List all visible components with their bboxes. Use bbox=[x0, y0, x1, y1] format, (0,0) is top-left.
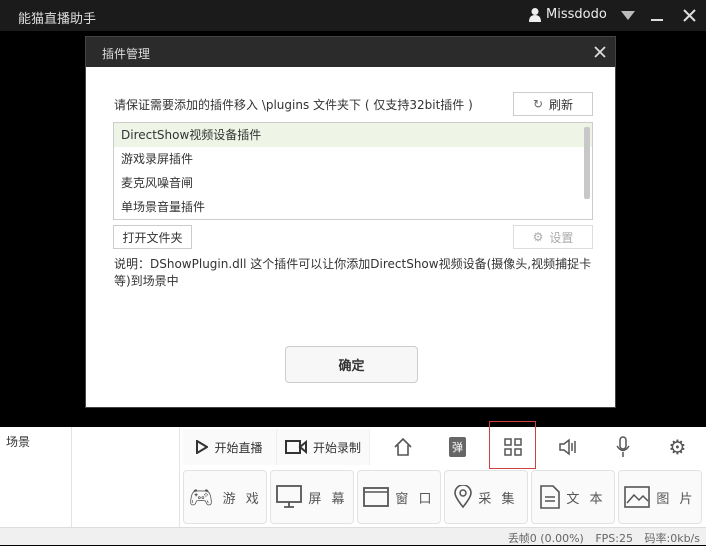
dialog-title: 插件管理 bbox=[102, 47, 151, 61]
list-item[interactable]: 游戏录屏插件 bbox=[114, 147, 592, 171]
source-label: 文 本 bbox=[566, 491, 606, 507]
status-bar: 丢帧0 (0.00%) FPS:25 码率:0kb/s bbox=[0, 527, 706, 545]
bitrate: 码率:0kb/s bbox=[644, 532, 701, 545]
list-item[interactable]: DirectShow视频设备插件 bbox=[114, 123, 592, 147]
microphone-button[interactable] bbox=[595, 429, 650, 465]
source-text-button[interactable]: 文 本 bbox=[531, 470, 615, 524]
open-folder-button[interactable]: 打开文件夹 bbox=[113, 225, 192, 249]
source-label: 图 片 bbox=[656, 491, 696, 507]
plugin-manager-dialog: 插件管理 请保证需要添加的插件移入 \plugins 文件夹下 ( 仅支持32b… bbox=[85, 36, 616, 408]
source-game-button[interactable]: 🎮︎ 游 戏 bbox=[183, 470, 267, 524]
plugin-list[interactable]: DirectShow视频设备插件 游戏录屏插件 麦克风噪音闸 单场景音量插件 bbox=[113, 122, 593, 220]
close-app-button[interactable] bbox=[683, 9, 696, 22]
title-bar: 能猫直播助手 Missdodo bbox=[0, 0, 706, 31]
monitor-icon bbox=[276, 485, 303, 508]
gear-icon: ⚙ bbox=[668, 435, 687, 459]
speaker-button[interactable] bbox=[540, 429, 595, 465]
dropdown-icon[interactable] bbox=[621, 11, 635, 20]
gear-icon: ⚙ bbox=[532, 230, 544, 244]
source-image-button[interactable]: 图 片 bbox=[618, 470, 702, 524]
start-live-button[interactable]: 开始直播 bbox=[183, 429, 277, 465]
settings-button[interactable]: ⚙ 设置 bbox=[513, 225, 593, 249]
speaker-icon bbox=[558, 438, 576, 456]
scene-label: 场景 bbox=[6, 435, 31, 449]
list-item[interactable]: 单场景音量插件 bbox=[114, 195, 592, 219]
source-label: 采 集 bbox=[478, 491, 518, 507]
fps: FPS:25 bbox=[595, 532, 633, 545]
play-icon bbox=[196, 440, 209, 454]
video-camera-icon bbox=[284, 440, 307, 454]
settings-label: 设置 bbox=[549, 230, 574, 245]
home-icon bbox=[393, 437, 412, 456]
ok-button[interactable]: 确定 bbox=[285, 346, 418, 383]
source-label: 窗 口 bbox=[395, 491, 435, 507]
list-item[interactable]: 麦克风噪音闸 bbox=[114, 171, 592, 195]
user-menu[interactable]: Missdodo bbox=[528, 7, 607, 22]
start-live-label: 开始直播 bbox=[214, 440, 263, 455]
microphone-icon bbox=[615, 436, 630, 457]
scene-list[interactable] bbox=[72, 427, 180, 527]
gamepad-icon: 🎮︎ bbox=[188, 485, 217, 509]
home-button[interactable] bbox=[375, 429, 430, 465]
dropped-frames: 丢帧0 (0.00%) bbox=[507, 532, 584, 545]
source-window-button[interactable]: 窗 口 bbox=[357, 470, 441, 524]
start-record-button[interactable]: 开始录制 bbox=[277, 429, 370, 465]
plugin-description: 说明：DShowPlugin.dll 这个插件可以让你添加DirectShow视… bbox=[114, 257, 592, 288]
dialog-close-button[interactable] bbox=[594, 46, 606, 58]
scene-panel[interactable]: 场景 bbox=[0, 427, 72, 527]
control-panel: 场景 开始直播 开始录制 弹 ⚙ 🎮︎ 游 戏 屏 幕 窗 口 采 集 文 本 图… bbox=[0, 421, 706, 527]
refresh-label: 刷新 bbox=[549, 97, 574, 112]
location-pin-icon bbox=[454, 485, 473, 509]
danmu-button[interactable]: 弹 bbox=[430, 429, 485, 465]
source-screen-button[interactable]: 屏 幕 bbox=[270, 470, 354, 524]
refresh-button[interactable]: ↻ 刷新 bbox=[513, 92, 593, 116]
document-icon bbox=[540, 485, 561, 509]
app-title: 能猫直播助手 bbox=[18, 12, 97, 27]
settings-gear-button[interactable]: ⚙ bbox=[650, 429, 705, 465]
minimize-button[interactable] bbox=[651, 19, 663, 21]
user-icon bbox=[529, 8, 541, 22]
source-label: 屏 幕 bbox=[308, 491, 348, 507]
source-label: 游 戏 bbox=[222, 491, 262, 507]
window-icon bbox=[363, 487, 390, 507]
username: Missdodo bbox=[546, 7, 607, 22]
start-record-label: 开始录制 bbox=[312, 440, 361, 455]
dialog-header: 插件管理 bbox=[86, 37, 615, 67]
refresh-icon: ↻ bbox=[532, 97, 544, 111]
danmu-icon: 弹 bbox=[449, 437, 466, 457]
image-icon bbox=[624, 486, 651, 508]
highlight-box bbox=[489, 421, 536, 469]
scrollbar[interactable] bbox=[584, 127, 590, 199]
instruction-text: 请保证需要添加的插件移入 \plugins 文件夹下 ( 仅支持32bit插件 … bbox=[114, 98, 473, 112]
source-capture-button[interactable]: 采 集 bbox=[444, 470, 528, 524]
